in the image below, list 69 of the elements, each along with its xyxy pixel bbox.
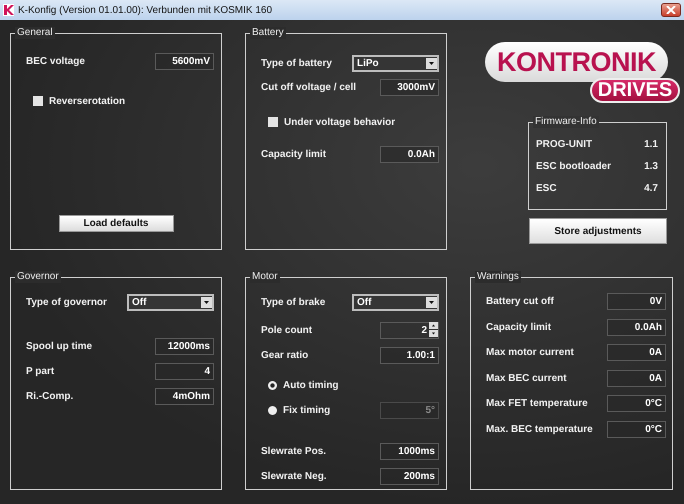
input-field[interactable]: 3000mV <box>380 78 439 96</box>
dropdown[interactable]: Off <box>352 294 439 310</box>
field-label: Capacity limit <box>261 148 326 162</box>
panel-title: Governor <box>15 271 61 283</box>
input-field[interactable]: 0°C <box>607 394 666 412</box>
logo-wordmark: KONTRONIK <box>485 42 668 82</box>
field-label: Gear ratio <box>261 348 308 362</box>
info-label: ESC <box>536 182 557 196</box>
field-label: Slewrate Neg. <box>261 470 327 484</box>
load-defaults-button[interactable]: Load defaults <box>58 215 174 232</box>
input-field[interactable]: 0A <box>607 370 666 386</box>
checkbox-label: Reverserotation <box>49 94 126 108</box>
checkbox[interactable] <box>33 96 43 106</box>
dropdown[interactable]: Off <box>127 294 214 310</box>
input-field[interactable]: 0.0Ah <box>607 318 666 336</box>
store-adjustments-button[interactable]: Store adjustments <box>529 218 667 244</box>
field-label: Ri.-Comp. <box>26 390 74 404</box>
field-label: Battery cut off <box>486 294 554 308</box>
field-label: Max motor current <box>486 346 574 360</box>
window-title: K-Konfig (Version 01.01.00): Verbunden mit KOSMIK 160 <box>18 4 272 18</box>
radio-label: Fix timing <box>283 404 330 418</box>
panel-title: General <box>15 27 55 39</box>
info-value: 1.3 <box>644 160 658 174</box>
panel-title: Motor <box>250 271 280 283</box>
field-label: Max. BEC temperature <box>486 422 593 436</box>
panel-title: Firmware-Info <box>533 116 599 128</box>
field-label: Spool up time <box>26 340 92 354</box>
field-label: BEC voltage <box>26 54 85 68</box>
field-label: Cut off voltage / cell <box>261 80 356 94</box>
info-value: 1.1 <box>644 138 658 152</box>
checkbox[interactable] <box>268 117 278 127</box>
field-label: Slewrate Pos. <box>261 444 326 458</box>
dropdown[interactable]: LiPo <box>352 54 439 72</box>
field-label: Pole count <box>261 324 312 338</box>
logo-badge: DRIVES <box>590 78 680 103</box>
field-label: Max FET temperature <box>486 396 588 410</box>
input-field[interactable]: 12000ms <box>155 338 214 354</box>
field-label: Capacity limit <box>486 320 552 334</box>
field-label: Type of governor <box>26 296 107 310</box>
field-label: Type of battery <box>261 56 332 70</box>
radio-button[interactable] <box>268 380 277 390</box>
info-label: PROG-UNIT <box>536 138 592 152</box>
spin-field[interactable]: 2 <box>380 322 439 338</box>
close-button[interactable] <box>661 3 681 17</box>
panel-title: Battery <box>250 27 286 39</box>
field-label: Type of brake <box>261 296 326 310</box>
spin-up-button[interactable] <box>429 322 438 329</box>
info-label: ESC bootloader <box>536 160 612 174</box>
input-field[interactable]: 0°C <box>607 420 666 438</box>
field-label: Max BEC current <box>486 372 567 386</box>
field-label: P part <box>26 364 54 378</box>
radio-label: Auto timing <box>283 378 339 392</box>
close-icon <box>666 6 676 14</box>
input-field[interactable]: 0.0Ah <box>380 146 439 162</box>
info-value: 4.7 <box>644 182 658 196</box>
checkbox-label: Under voltage behavior <box>284 116 396 130</box>
up-arrow-icon <box>430 322 437 329</box>
input-field[interactable]: 4mOhm <box>155 388 214 404</box>
panel-title: Warnings <box>475 271 521 283</box>
input-field[interactable]: 0A <box>607 344 666 360</box>
input-field[interactable]: 4 <box>155 362 214 380</box>
spin-down-button[interactable] <box>429 330 438 337</box>
input-field[interactable]: 200ms <box>380 468 439 484</box>
down-arrow-icon <box>430 330 437 337</box>
input-field[interactable]: 1000ms <box>380 442 439 460</box>
input-field[interactable]: 1.00:1 <box>380 346 439 364</box>
input-field[interactable]: 5600mV <box>155 52 214 70</box>
input-field[interactable]: 0V <box>607 292 666 310</box>
app-icon <box>3 4 14 16</box>
